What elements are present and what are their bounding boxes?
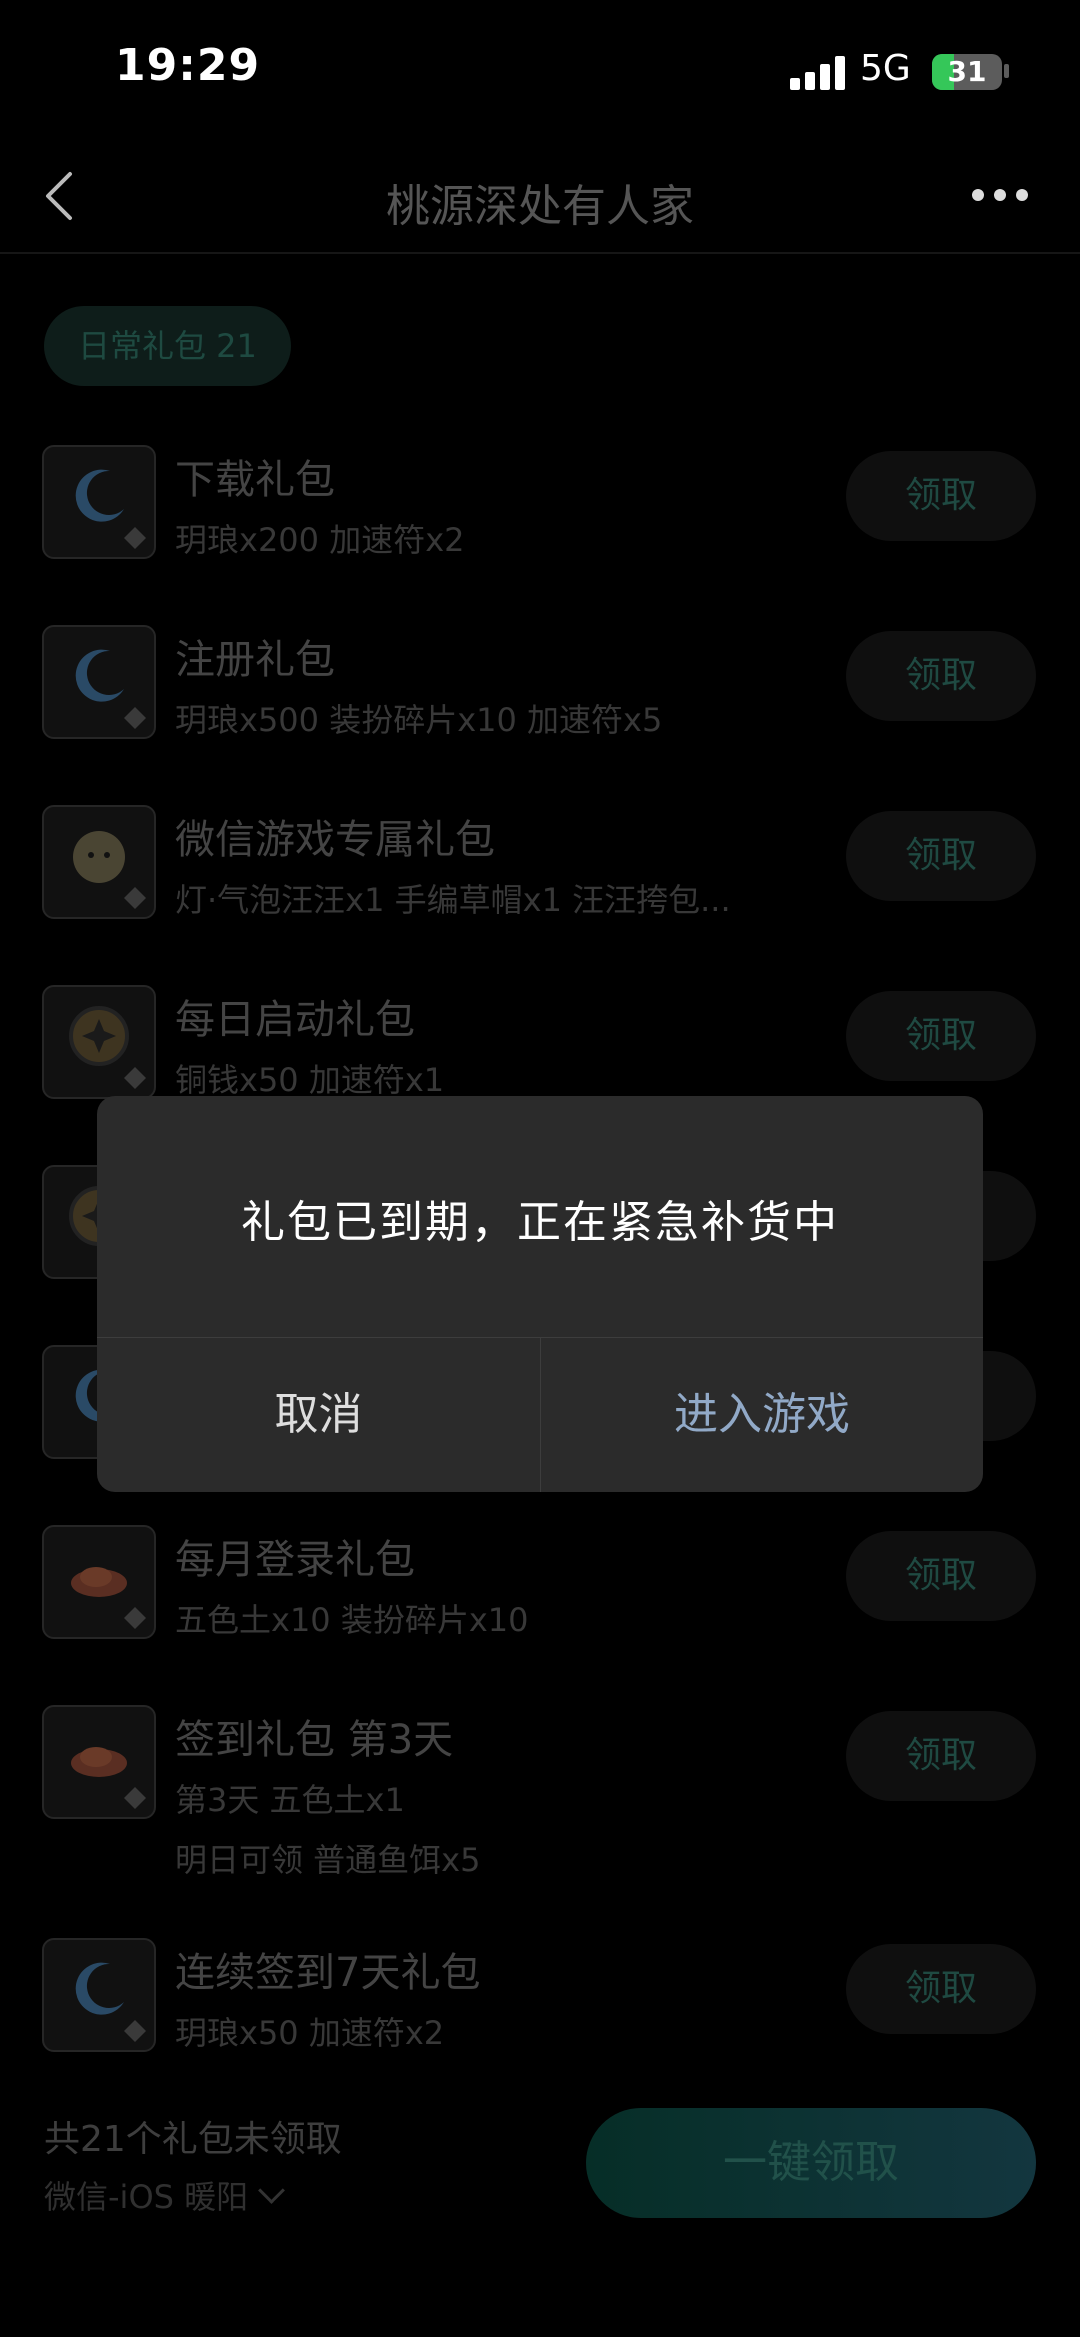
status-bar: 19:29 5G 31 — [0, 0, 1080, 140]
platform-badge-icon — [124, 887, 146, 909]
soil-icon — [71, 1747, 127, 1777]
claim-button[interactable]: 领取 — [846, 991, 1036, 1081]
claim-button[interactable]: 领取 — [846, 451, 1036, 541]
battery-nub — [1004, 64, 1009, 78]
claim-button[interactable]: 领取 — [846, 631, 1036, 721]
status-time: 19:29 — [115, 40, 261, 91]
gift-name: 每月登录礼包 — [175, 1537, 415, 1583]
moon-icon — [75, 1962, 124, 2015]
claim-all-button[interactable]: 一键领取 — [586, 2108, 1036, 2218]
claim-button[interactable]: 领取 — [846, 811, 1036, 901]
claim-button[interactable]: 领取 — [846, 1944, 1036, 2034]
signal-icon — [790, 56, 846, 90]
gift-desc: 玥琅x200 加速符x2 — [175, 521, 465, 559]
moon-icon — [75, 649, 124, 702]
platform-badge-icon — [124, 1607, 146, 1629]
coin-icon — [69, 1006, 129, 1066]
nav-bar: 桃源深处有人家 — [0, 140, 1080, 254]
battery-level: 31 — [947, 55, 987, 88]
soil-icon — [71, 1567, 127, 1597]
network-label: 5G — [860, 48, 911, 89]
gift-thumbnail — [42, 1705, 156, 1819]
platform-badge-icon — [124, 707, 146, 729]
gift-name: 注册礼包 — [175, 637, 335, 683]
gift-desc: 灯·气泡汪汪x1 手编草帽x1 汪汪挎包... — [175, 881, 731, 919]
gift-thumbnail — [42, 1525, 156, 1639]
gift-desc: 五色土x10 装扮碎片x10 — [175, 1601, 529, 1639]
gift-desc: 玥琅x500 装扮碎片x10 加速符x5 — [175, 701, 663, 739]
gift-thumbnail — [42, 445, 156, 559]
gift-desc-next: 明日可领 普通鱼饵x5 — [175, 1841, 481, 1879]
gift-thumbnail — [42, 625, 156, 739]
platform-badge-icon — [124, 2020, 146, 2042]
cancel-button[interactable]: 取消 — [97, 1338, 540, 1492]
gift-desc: 玥琅x50 加速符x2 — [175, 2014, 445, 2052]
enter-game-button[interactable]: 进入游戏 — [541, 1338, 983, 1492]
gift-name: 下载礼包 — [175, 457, 335, 503]
more-dot-icon — [972, 189, 984, 201]
more-dot-icon — [1016, 189, 1028, 201]
gift-name: 连续签到7天礼包 — [175, 1950, 481, 1996]
account-label: 微信-iOS 暖阳 — [44, 2178, 249, 2216]
battery-icon: 31 — [932, 54, 1002, 90]
platform-badge-icon — [124, 1787, 146, 1809]
expired-dialog: 礼包已到期，正在紧急补货中 取消 进入游戏 — [97, 1096, 983, 1492]
gift-thumbnail — [42, 985, 156, 1099]
account-selector[interactable]: 微信-iOS 暖阳 — [44, 2172, 286, 2218]
section-tag-daily[interactable]: 日常礼包 21 — [44, 306, 291, 386]
platform-badge-icon — [124, 527, 146, 549]
gift-desc: 铜钱x50 加速符x1 — [175, 1061, 445, 1099]
puppy-icon — [73, 831, 125, 883]
claim-button[interactable]: 领取 — [846, 1531, 1036, 1621]
unclaimed-count: 共21个礼包未领取 — [44, 2119, 342, 2160]
gift-thumbnail — [42, 1938, 156, 2052]
dialog-message: 礼包已到期，正在紧急补货中 — [241, 1197, 839, 1248]
more-dot-icon — [994, 189, 1006, 201]
platform-badge-icon — [124, 1067, 146, 1089]
gift-thumbnail — [42, 805, 156, 919]
gift-name: 微信游戏专属礼包 — [175, 817, 495, 863]
gift-name: 每日启动礼包 — [175, 997, 415, 1043]
more-button[interactable] — [972, 180, 1032, 210]
gift-name: 签到礼包 第3天 — [175, 1717, 454, 1763]
gift-desc: 第3天 五色土x1 — [175, 1781, 405, 1819]
claim-button[interactable]: 领取 — [846, 1711, 1036, 1801]
page-title: 桃源深处有人家 — [386, 181, 694, 232]
chevron-down-icon — [258, 2177, 286, 2204]
moon-icon — [75, 469, 124, 522]
